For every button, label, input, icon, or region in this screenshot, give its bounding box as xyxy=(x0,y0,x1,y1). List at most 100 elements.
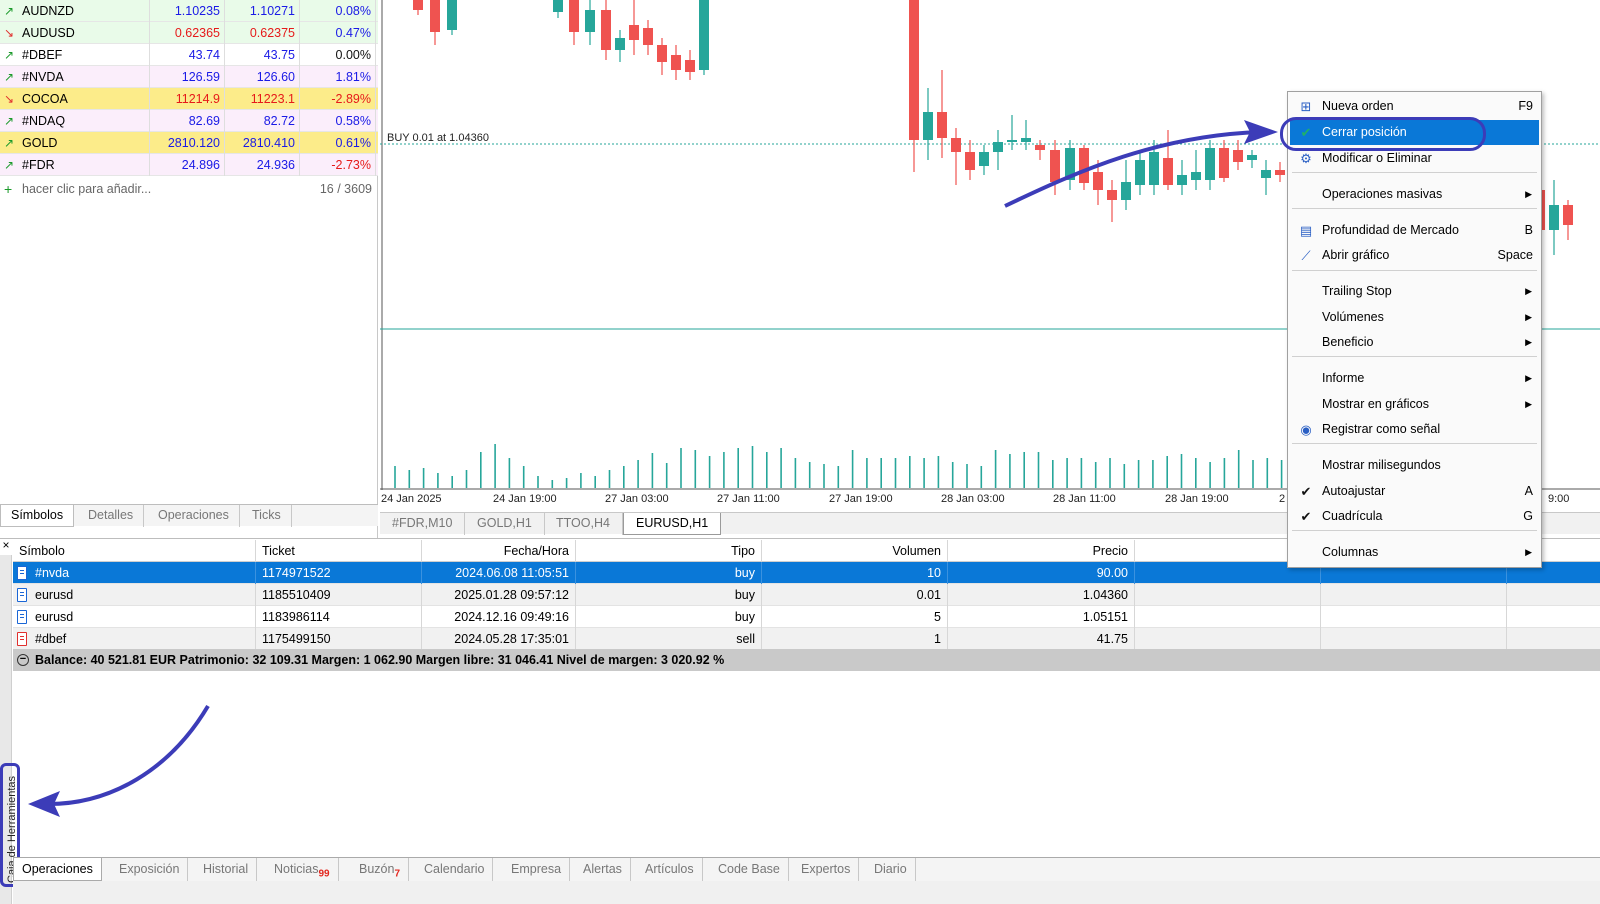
menu-item-operaciones-masivas[interactable]: Operaciones masivas ▶ xyxy=(1290,182,1539,207)
cell-empty xyxy=(1135,606,1321,628)
tab-label: Code Base xyxy=(718,862,780,876)
tab-art-culos[interactable]: Artículos xyxy=(637,858,703,881)
checkmark-icon: ✔ xyxy=(1300,509,1312,524)
symbol-count: 16 / 3609 xyxy=(319,182,372,196)
symbol-name: GOLD xyxy=(22,132,150,154)
col-precio[interactable]: Precio xyxy=(948,540,1135,562)
bear-candle xyxy=(671,55,681,70)
symbol-name: AUDNZD xyxy=(22,0,150,22)
tab-label: Alertas xyxy=(583,862,622,876)
toolbox-panel: × Caja de Herramientas Símbolo Ticket Fe… xyxy=(0,538,1600,904)
symbol-name: COCOA xyxy=(22,88,150,110)
tab-badge: 7 xyxy=(394,868,401,880)
menu-separator xyxy=(1292,172,1537,173)
chart-tab-gold[interactable]: GOLD,H1 xyxy=(465,513,545,535)
tab-exposici-n[interactable]: Exposición xyxy=(111,858,189,881)
close-icon[interactable]: × xyxy=(0,539,12,553)
menu-shortcut: A xyxy=(1524,484,1533,498)
ask-price: 11223.1 xyxy=(225,88,300,110)
symbol-row[interactable]: ↗ #NDAQ 82.69 82.72 0.58% xyxy=(0,110,378,132)
tab-label: Expertos xyxy=(801,862,851,876)
symbol-row[interactable]: ↗ AUDNZD 1.10235 1.10271 0.08% xyxy=(0,0,378,22)
menu-item-label: Mostrar en gráficos xyxy=(1322,397,1429,411)
cell-price: 1.04360 xyxy=(948,584,1135,606)
bid-price: 11214.9 xyxy=(150,88,225,110)
bear-candle xyxy=(1107,190,1117,200)
bull-candle xyxy=(979,152,989,166)
daily-change: 0.47% xyxy=(300,22,376,44)
tab-buz-n[interactable]: Buzón7 xyxy=(351,858,410,881)
menu-item-profundidad-de-mercado[interactable]: ▤ Profundidad de Mercado B xyxy=(1290,218,1539,243)
submenu-arrow-icon: ▶ xyxy=(1525,312,1532,322)
bid-price: 82.69 xyxy=(150,110,225,132)
menu-item-volumenes[interactable]: Volúmenes ▶ xyxy=(1290,305,1539,330)
menu-separator xyxy=(1292,270,1537,271)
bull-candle xyxy=(585,10,595,32)
table-row[interactable]: #dbef 1175499150 2024.05.28 17:35:01 sell 1 4… xyxy=(13,628,1600,650)
tab-simbolos[interactable]: Símbolos xyxy=(0,505,75,527)
bull-candle xyxy=(1065,148,1075,180)
col-tipo[interactable]: Tipo xyxy=(576,540,762,562)
menu-item-beneficio[interactable]: Beneficio ▶ xyxy=(1290,330,1539,355)
menu-item-autoajustar[interactable]: ✔ Autoajustar A xyxy=(1290,479,1539,504)
menu-item-abrir-grafico[interactable]: ⟋ Abrir gráfico Space xyxy=(1290,243,1539,268)
tab-detalles[interactable]: Detalles xyxy=(78,505,145,527)
market-watch-panel: ↗ AUDNZD 1.10235 1.10271 0.08% ↘ AUDUSD 0.62365… xyxy=(0,0,378,538)
tab-ticks[interactable]: Ticks xyxy=(242,505,292,527)
tab-operaciones[interactable]: Operaciones xyxy=(148,505,240,527)
col-fecha[interactable]: Fecha/Hora xyxy=(422,540,576,562)
balance-row[interactable]: − Balance: 40 521.81 EUR Patrimonio: 32 … xyxy=(13,649,1600,671)
menu-item-label: Trailing Stop xyxy=(1322,284,1392,298)
cell-empty xyxy=(1135,628,1321,650)
table-row[interactable]: eurusd 1185510409 2025.01.28 09:57:12 buy 0.… xyxy=(13,584,1600,606)
tab-expertos[interactable]: Expertos xyxy=(793,858,860,881)
tab-operaciones[interactable]: Operaciones xyxy=(13,858,102,881)
depth-icon: ▤ xyxy=(1299,223,1313,238)
tab-alertas[interactable]: Alertas xyxy=(575,858,631,881)
cell-datetime: 2024.06.08 11:05:51 xyxy=(422,562,576,584)
cell-volume: 1 xyxy=(762,628,948,650)
menu-shortcut: B xyxy=(1524,223,1533,237)
symbol-row[interactable]: ↗ #NVDA 126.59 126.60 1.81% xyxy=(0,66,378,88)
bull-candle xyxy=(1149,152,1159,185)
chart-tab-eurusd[interactable]: EURUSD,H1 xyxy=(623,513,722,535)
col-simbolo[interactable]: Símbolo xyxy=(13,540,256,562)
tab-historial[interactable]: Historial xyxy=(195,858,258,881)
symbol-row[interactable]: ↗ #FDR 24.896 24.936 -2.73% xyxy=(0,154,378,176)
menu-item-label: Registrar como señal xyxy=(1322,422,1441,436)
col-ticket[interactable]: Ticket xyxy=(256,540,422,562)
bull-candle xyxy=(923,112,933,140)
add-symbol-row[interactable]: + hacer clic para añadir... 16 / 3609 xyxy=(0,178,378,200)
chart-tab-ttoo[interactable]: TTOO,H4 xyxy=(544,513,623,535)
menu-item-mostrar-milisegundos[interactable]: Mostrar milisegundos xyxy=(1290,453,1539,478)
ask-price: 126.60 xyxy=(225,66,300,88)
menu-item-informe[interactable]: Informe ▶ xyxy=(1290,366,1539,391)
symbol-row[interactable]: ↗ GOLD 2810.120 2810.410 0.61% xyxy=(0,132,378,154)
menu-item-nueva-orden[interactable]: ⊞ Nueva orden F9 xyxy=(1290,94,1539,119)
chart-icon: ⟋ xyxy=(1301,248,1311,263)
collapse-icon[interactable]: − xyxy=(17,654,29,666)
tab-calendario[interactable]: Calendario xyxy=(416,858,494,881)
tab-diario[interactable]: Diario xyxy=(866,858,916,881)
arrow-up-icon: ↗ xyxy=(4,4,15,18)
col-volumen[interactable]: Volumen xyxy=(762,540,948,562)
cell-symbol: #dbef xyxy=(13,628,256,650)
tab-noticias[interactable]: Noticias99 xyxy=(266,858,339,881)
bull-candle xyxy=(993,142,1003,152)
menu-item-mostrar-en-graficos[interactable]: Mostrar en gráficos ▶ xyxy=(1290,392,1539,417)
menu-item-columnas[interactable]: Columnas ▶ xyxy=(1290,540,1539,565)
bear-candle xyxy=(1079,148,1089,183)
signal-icon: ◉ xyxy=(1300,422,1312,437)
symbol-row[interactable]: ↘ AUDUSD 0.62365 0.62375 0.47% xyxy=(0,22,378,44)
tab-code-base[interactable]: Code Base xyxy=(710,858,789,881)
menu-item-registrar-como-senal[interactable]: ◉ Registrar como señal xyxy=(1290,417,1539,442)
symbol-row[interactable]: ↗ #DBEF 43.74 43.75 0.00% xyxy=(0,44,378,66)
chart-tab-fdr[interactable]: #FDR,M10 xyxy=(380,513,466,535)
tab-empresa[interactable]: Empresa xyxy=(503,858,571,881)
symbol-row[interactable]: ↘ COCOA 11214.9 11223.1 -2.89% xyxy=(0,88,378,110)
tab-label: Empresa xyxy=(511,862,562,876)
table-row[interactable]: eurusd 1183986114 2024.12.16 09:49:16 buy 5 1… xyxy=(13,606,1600,628)
menu-item-cuadricula[interactable]: ✔ Cuadrícula G xyxy=(1290,504,1539,529)
menu-item-trailing-stop[interactable]: Trailing Stop ▶ xyxy=(1290,279,1539,304)
time-axis-label: 28 Jan 19:00 xyxy=(1165,493,1229,505)
